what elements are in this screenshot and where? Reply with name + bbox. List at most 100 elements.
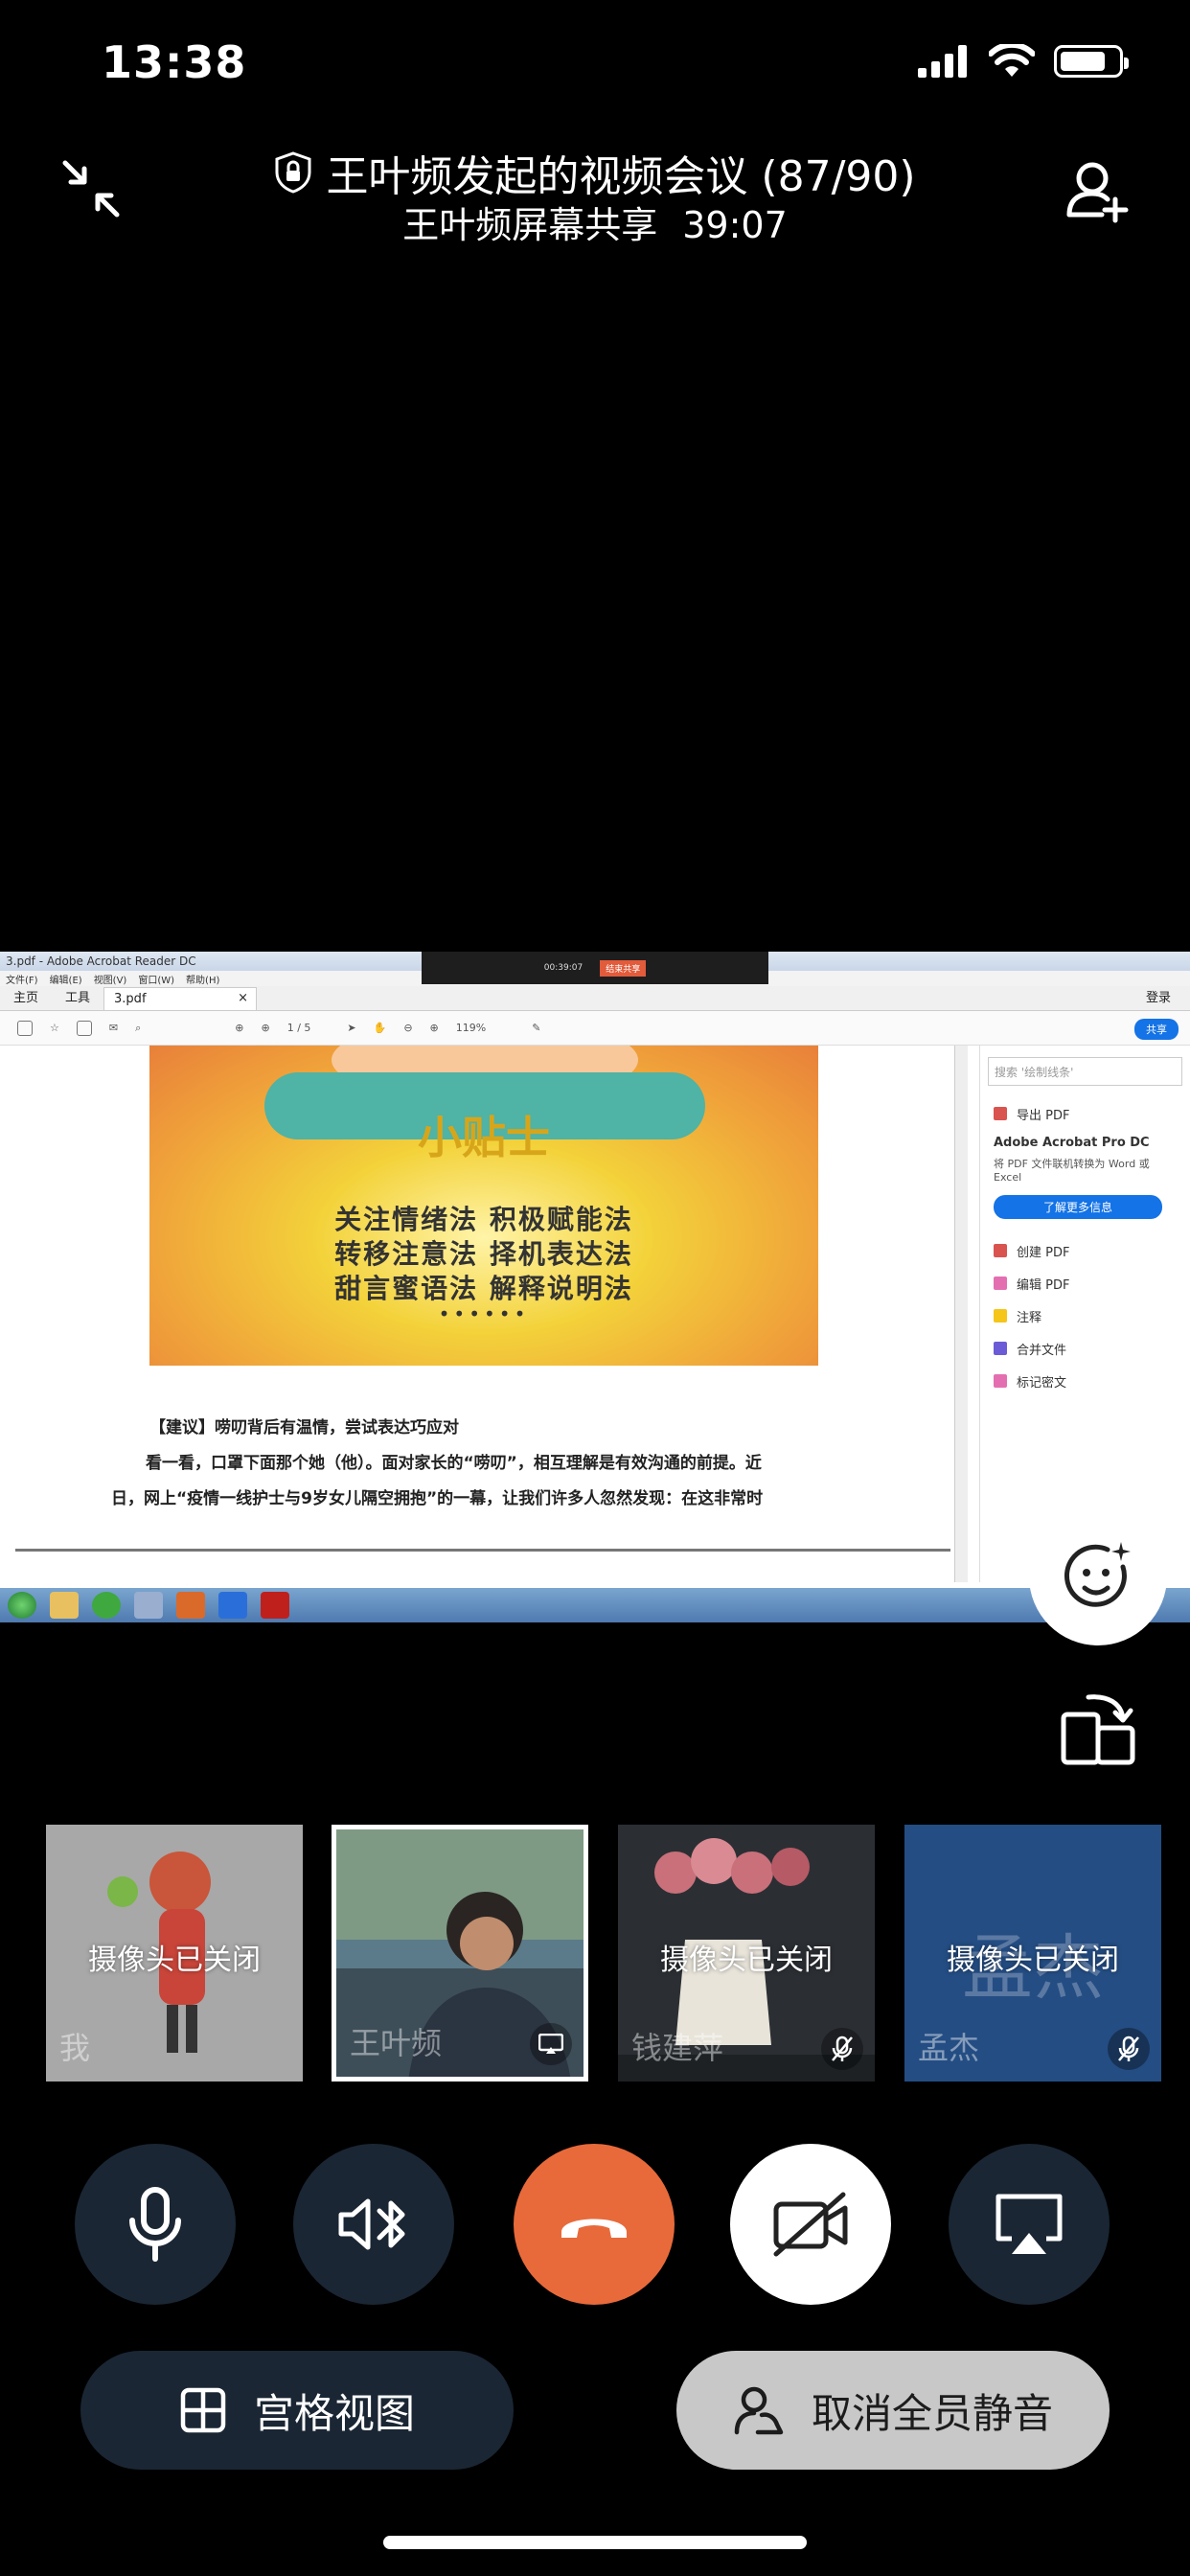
acrobat-login: 登录 — [1145, 991, 1171, 1005]
acrobat-promo: Adobe Acrobat Pro DC 将 PDF 文件联机转换为 Word … — [980, 1130, 1190, 1225]
poster-line: 转移注意法 择机表达法 — [334, 1238, 633, 1270]
star-icon: ☆ — [50, 1022, 59, 1034]
promo-description: 将 PDF 文件联机转换为 Word 或 Excel — [994, 1158, 1150, 1184]
windows-taskbar — [0, 1588, 1190, 1622]
combine-files-icon — [994, 1342, 1007, 1355]
beauty-effects-button[interactable] — [1029, 1507, 1167, 1645]
end-call-button[interactable] — [514, 2144, 675, 2305]
edit-pdf-icon — [994, 1276, 1007, 1290]
poster-line: 甜言蜜语法 解释说明法 — [334, 1273, 633, 1304]
combine-files-label: 合并文件 — [1017, 1343, 1067, 1358]
powerpoint-icon — [176, 1592, 205, 1619]
search-icon: ⌕ — [135, 1021, 142, 1034]
screen-share-label: 王叶频屏幕共享 — [402, 204, 658, 246]
poster-line: 关注情绪法 积极赋能法 — [334, 1204, 633, 1235]
grid-view-label: 宫格视图 — [253, 2389, 415, 2437]
export-pdf-icon — [994, 1107, 1007, 1120]
meeting-duration: 39:07 — [682, 204, 788, 246]
airplay-icon — [995, 2194, 1063, 2254]
promo-title: Adobe Acrobat Pro DC — [994, 1136, 1150, 1150]
page-down-icon: ⊕ — [261, 1022, 270, 1034]
muted-indicator — [821, 2028, 863, 2070]
cursor-icon: ➤ — [347, 1022, 356, 1034]
poster-title: 小贴士 — [418, 1112, 550, 1163]
redact-item: 标记密文 — [980, 1365, 1190, 1397]
rotate-screen-button[interactable] — [1060, 1690, 1136, 1766]
screen-mirror-button[interactable] — [949, 2144, 1110, 2305]
meeting-title[interactable]: 王叶频发起的视频会议 (87/90) — [0, 142, 1190, 203]
speaker-bluetooth-icon — [338, 2198, 405, 2250]
battery-icon — [1054, 45, 1129, 78]
tab-document: 3.pdf × — [103, 987, 258, 1010]
grid-icon — [180, 2387, 226, 2433]
participant-tile-wang[interactable]: 王叶频 — [332, 1825, 588, 2082]
print-icon — [76, 1020, 92, 1036]
tab-document-label: 3.pdf — [114, 992, 147, 1006]
create-pdf-icon — [994, 1244, 1007, 1257]
app-icon — [134, 1592, 163, 1619]
zoom-in-icon: ⊕ — [429, 1022, 439, 1034]
comment-item: 注释 — [980, 1300, 1190, 1332]
zoom-level: 119% — [455, 1022, 487, 1034]
page-divider — [15, 1549, 950, 1552]
microphone-button[interactable] — [75, 2144, 236, 2305]
create-pdf-item: 创建 PDF — [980, 1234, 1190, 1267]
unmute-all-icon — [734, 2386, 784, 2435]
mail-icon: ✉ — [108, 1022, 119, 1034]
participant-tile-meng[interactable]: 孟杰 摄像头已关闭 孟杰 — [904, 1825, 1161, 2082]
meeting-title-text: 王叶频发起的视频会议 (87/90) — [326, 152, 916, 201]
wifi-icon — [989, 44, 1035, 77]
grid-view-button[interactable]: 宫格视图 — [80, 2351, 514, 2470]
invite-participant-button[interactable] — [1064, 157, 1131, 224]
edit-pdf-label: 编辑 PDF — [1017, 1277, 1070, 1293]
participant-name: 钱建萍 — [631, 2030, 724, 2066]
camera-off-label: 摄像头已关闭 — [88, 1944, 261, 1977]
menu-window: 窗口(W) — [138, 975, 175, 986]
unmute-all-button[interactable]: 取消全员静音 — [676, 2351, 1110, 2470]
acrobat-title: 3.pdf - Adobe Acrobat Reader DC — [6, 954, 196, 968]
windows-start-icon — [8, 1592, 36, 1619]
tab-tools: 工具 — [65, 991, 91, 1005]
acrobat-right-panel: 搜索 '绘制线条' 导出 PDF Adobe Acrobat Pro DC 将 … — [979, 1046, 1190, 1582]
remote-share-toolbar: 00:39:07 结束共享 — [422, 952, 768, 984]
browser-icon — [92, 1592, 121, 1619]
participant-tile-qian[interactable]: 摄像头已关闭 钱建萍 — [618, 1825, 875, 2082]
home-indicator[interactable] — [383, 2536, 807, 2549]
muted-indicator — [1108, 2028, 1150, 2070]
export-pdf-item: 导出 PDF — [980, 1097, 1190, 1130]
hand-icon: ✋ — [373, 1022, 387, 1034]
camera-toggle-button[interactable] — [730, 2144, 891, 2305]
menu-view: 视图(V) — [93, 975, 127, 986]
document-paragraph: 日，网上“疫情一线护士与9岁女儿隔空拥抱”的一幕，让我们许多人忽然发现：在这非常… — [111, 1489, 764, 1508]
comment-label: 注释 — [1017, 1310, 1042, 1325]
microphone-icon — [129, 2187, 181, 2262]
meeting-app-icon — [218, 1592, 247, 1619]
screen-share-icon — [538, 2034, 563, 2054]
page-indicator: 1 / 5 — [286, 1022, 311, 1034]
signal-icon — [918, 45, 967, 78]
document-paragraph: 看一看，口罩下面那个她（他）。面对家长的“唠叨”，相互理解是有效沟通的前提。近 — [146, 1454, 762, 1473]
combine-files-item: 合并文件 — [980, 1332, 1190, 1365]
pdf-page: 小贴士 关注情绪法 积极赋能法 转移注意法 择机表达法 甜言蜜语法 解释说明法 … — [15, 1046, 950, 1582]
participant-tile-me[interactable]: 摄像头已关闭 我 — [46, 1825, 303, 2082]
folder-icon — [50, 1592, 79, 1619]
tool-search-field: 搜索 '绘制线条' — [988, 1057, 1182, 1086]
status-icons — [918, 44, 1129, 79]
promo-button: 了解更多信息 — [994, 1195, 1162, 1219]
comment-icon: ✎ — [532, 1022, 541, 1034]
menu-help: 帮助(H) — [186, 975, 220, 986]
acrobat-toolbar: ☆ ✉ ⌕ ⊕ ⊕ 1 / 5 ➤ ✋ ⊖ ⊕ 119% ✎ 共享 — [0, 1011, 1190, 1046]
document-text: 【建议】唠叨背后有温情，尝试表达巧应对 看一看，口罩下面那个她（他）。面对家长的… — [15, 1414, 950, 1520]
acrobat-icon — [261, 1592, 289, 1619]
shield-lock-icon — [275, 151, 311, 194]
camera-off-icon — [773, 2192, 848, 2257]
create-pdf-label: 创建 PDF — [1017, 1245, 1070, 1260]
participant-name: 孟杰 — [918, 2030, 980, 2066]
remote-share-timer: 00:39:07 — [543, 963, 584, 973]
add-user-icon — [1066, 162, 1129, 223]
audio-output-button[interactable] — [293, 2144, 454, 2305]
save-icon — [17, 1020, 33, 1036]
acrobat-tabs: 主页 工具 3.pdf × 登录 — [0, 986, 1190, 1011]
camera-off-label: 摄像头已关闭 — [660, 1944, 833, 1977]
shared-screen[interactable]: 00:39:07 结束共享 3.pdf - Adobe Acrobat Read… — [0, 952, 1190, 1622]
